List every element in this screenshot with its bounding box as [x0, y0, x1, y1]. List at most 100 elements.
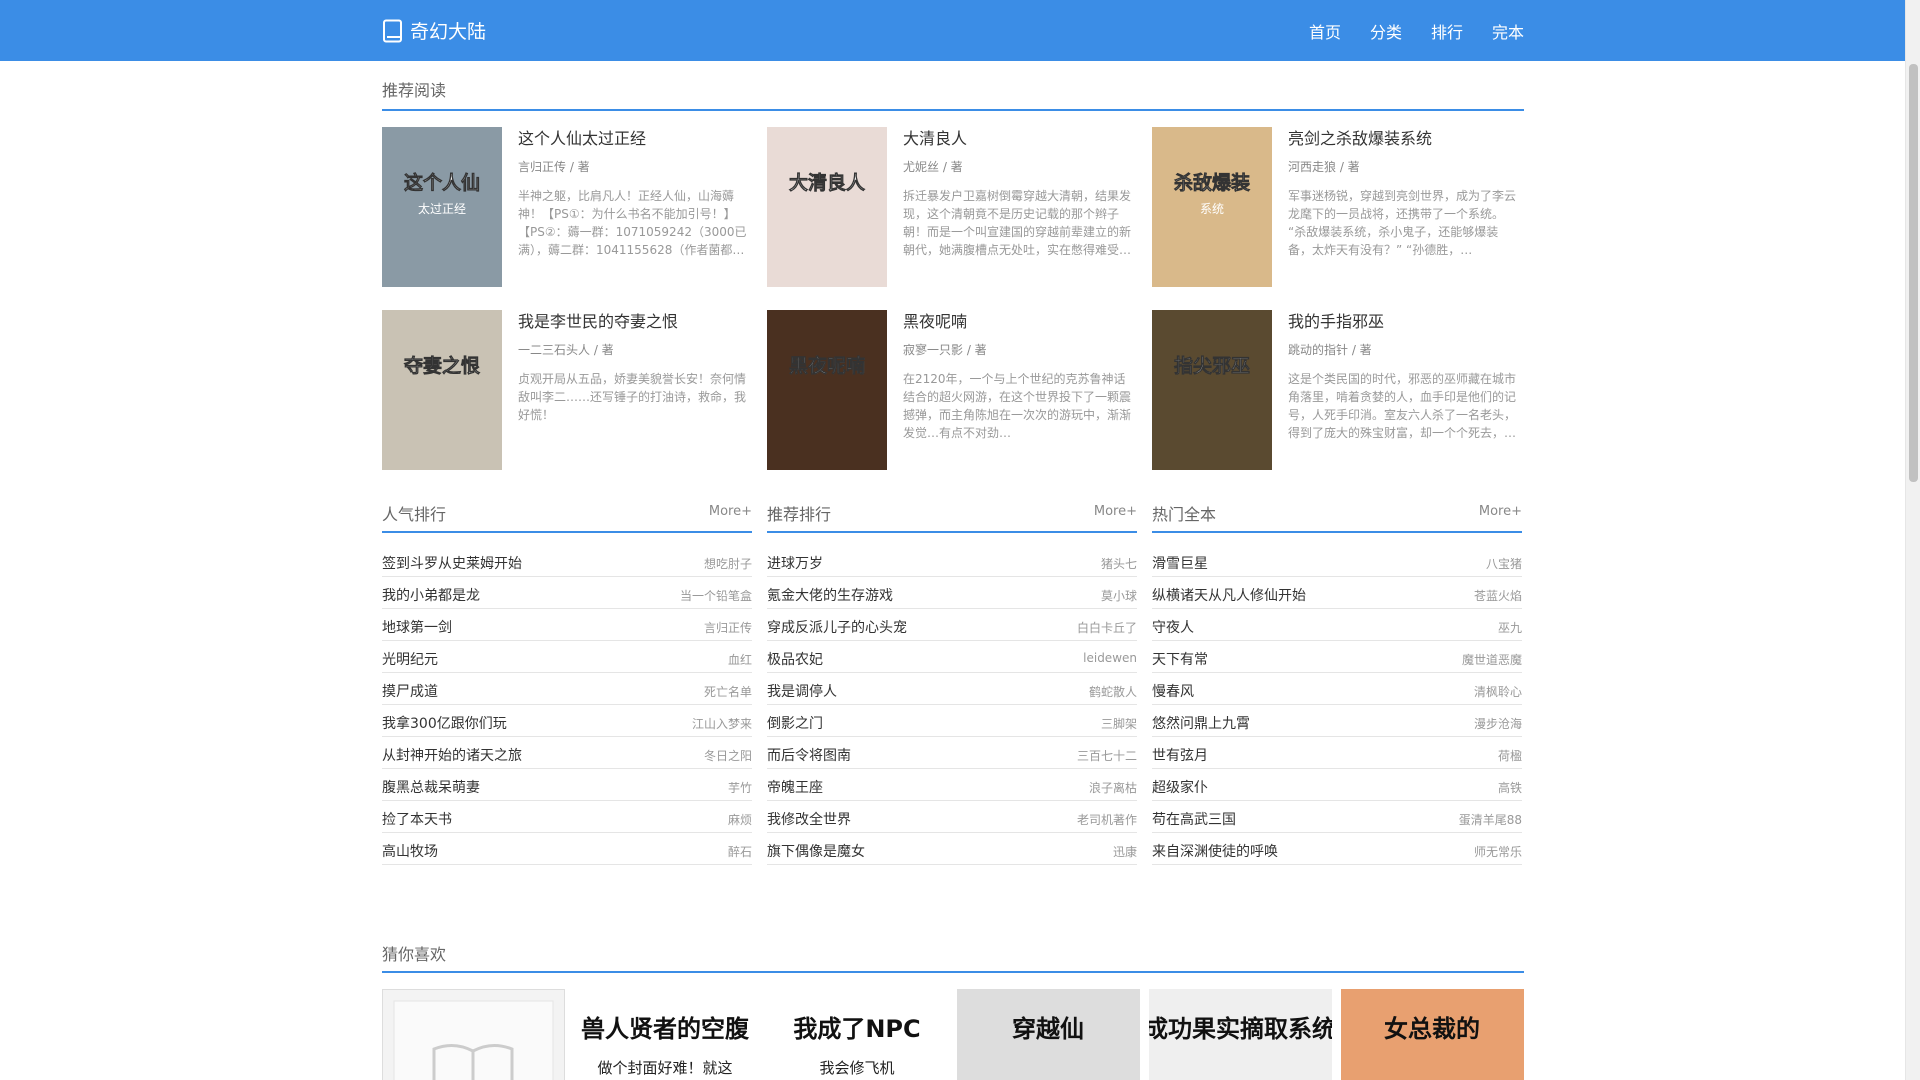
rank-item[interactable]: 进球万岁 猪头七 — [767, 545, 1137, 577]
rank-item[interactable]: 腹黑总裁呆萌妻 芋竹 — [382, 769, 752, 801]
rank-item[interactable]: 我修改全世界 老司机著作 — [767, 801, 1137, 833]
recommend-book[interactable]: 黑夜呢喃 黑夜呢喃 寂寥一只影 / 著在2120年，一个与上个世纪的克苏鲁神话结合的… — [767, 310, 1137, 470]
rank-book-author: 莫小球 — [1100, 589, 1137, 603]
rank-item[interactable]: 我的小弟都是龙 当一个铅笔盒 — [382, 577, 752, 609]
rank-book-name[interactable]: 纵横诸天从凡人修仙开始 — [1152, 585, 1306, 605]
book-title[interactable]: 这个人仙太过正经 — [518, 129, 752, 149]
rank-book-name[interactable]: 高山牧场 — [382, 841, 438, 861]
rank-item[interactable]: 倒影之门 三脚架 — [767, 705, 1137, 737]
book-title[interactable]: 黑夜呢喃 — [903, 312, 1137, 332]
rank-item[interactable]: 来自深渊使徒的呼唤 师无常乐 — [1152, 833, 1522, 865]
rank-book-name[interactable]: 苟在高武三国 — [1152, 809, 1236, 829]
rank-item[interactable]: 纵横诸天从凡人修仙开始 苍蓝火焰 — [1152, 577, 1522, 609]
book-title[interactable]: 我是李世民的夺妻之恨 — [518, 312, 752, 332]
rank-book-name[interactable]: 签到斗罗从史莱姆开始 — [382, 553, 522, 573]
rank-book-name[interactable]: 腹黑总裁呆萌妻 — [382, 777, 480, 797]
guess-cover-sub: 我会修飞机 — [819, 1059, 894, 1077]
rank-item[interactable]: 极品农妃 leidewen — [767, 641, 1137, 673]
rank-book-name[interactable]: 帝魄王座 — [767, 777, 823, 797]
rank-item[interactable]: 旗下偶像是魔女 迅康 — [767, 833, 1137, 865]
rank-book-name[interactable]: 捡了本天书 — [382, 809, 452, 829]
rank-book-name[interactable]: 极品农妃 — [767, 649, 823, 669]
rank-book-name[interactable]: 世有弦月 — [1152, 745, 1208, 765]
rank-book-name[interactable]: 地球第一剑 — [382, 617, 452, 637]
rank-book-name[interactable]: 旗下偶像是魔女 — [767, 841, 865, 861]
rank-item[interactable]: 摸尸成道 死亡名单 — [382, 673, 752, 705]
rank-item[interactable]: 地球第一剑 言归正传 — [382, 609, 752, 641]
rank-item[interactable]: 捡了本天书 麻烦 — [382, 801, 752, 833]
guess-book-cover[interactable]: 女总裁的 — [1341, 989, 1524, 1080]
recommend-book[interactable]: 夺妻之恨 我是李世民的夺妻之恨 一二三石头人 / 著贞观开局从五品，娇妻美貌誉长安！… — [382, 310, 752, 470]
rank-item[interactable]: 穿成反派儿子的心头宠 白白卡丘了 — [767, 609, 1137, 641]
rank-book-name[interactable]: 倒影之门 — [767, 713, 823, 733]
rank-book-name[interactable]: 慢春风 — [1152, 681, 1194, 701]
rank-item[interactable]: 光明纪元 血红 — [382, 641, 752, 673]
rank-book-name[interactable]: 光明纪元 — [382, 649, 438, 669]
guess-book-cover[interactable]: 成功果实摘取系统 — [1149, 989, 1333, 1080]
rank-book-name[interactable]: 来自深渊使徒的呼唤 — [1152, 841, 1278, 861]
book-title[interactable]: 大清良人 — [903, 129, 1137, 149]
more-link[interactable]: More+ — [1479, 504, 1522, 519]
book-cover[interactable]: 指尖邪巫 — [1152, 310, 1272, 470]
rank-item[interactable]: 天下有常 魔世道恶魔 — [1152, 641, 1522, 673]
guess-book-cover[interactable]: 兽人贤者的空腹 做个封面好难！就这 — [573, 989, 757, 1080]
book-cover[interactable]: 杀敌爆装 系统 — [1152, 127, 1272, 287]
rank-book-name[interactable]: 氪金大佬的生存游戏 — [767, 585, 893, 605]
rank-book-name[interactable]: 悠然问鼎上九霄 — [1152, 713, 1250, 733]
book-cover[interactable]: 这个人仙 太过正经 — [382, 127, 502, 287]
page-scrollbar[interactable] — [1905, 0, 1920, 1080]
recommend-book[interactable]: 大清良人 大清良人 尤妮丝 / 著拆迁暴发户卫嘉树倒霉穿越大清朝，结果发现，这个清朝… — [767, 127, 1137, 287]
nav-finished[interactable]: 完本 — [1492, 19, 1524, 43]
recommend-book[interactable]: 这个人仙 太过正经 这个人仙太过正经 言归正传 / 著半神之躯，比肩凡人！正经人仙，山… — [382, 127, 752, 287]
nav-home[interactable]: 首页 — [1309, 19, 1341, 43]
recommend-book[interactable]: 指尖邪巫 我的手指邪巫 跳动的指针 / 著这是个类民国的时代，邪恶的巫师藏在城市角落… — [1152, 310, 1522, 470]
rank-item[interactable]: 而后令将图南 三百七十二 — [767, 737, 1137, 769]
rank-item[interactable]: 守夜人 巫九 — [1152, 609, 1522, 641]
guess-book-cover[interactable]: 我成了NPC 我会修飞机 — [765, 989, 949, 1080]
rank-book-name[interactable]: 守夜人 — [1152, 617, 1194, 637]
rank-book-name[interactable]: 滑雪巨星 — [1152, 553, 1208, 573]
rank-book-name[interactable]: 穿成反派儿子的心头宠 — [767, 617, 907, 637]
rank-item[interactable]: 我拿300亿跟你们玩 江山入梦来 — [382, 705, 752, 737]
rank-item[interactable]: 签到斗罗从史莱姆开始 想吃肘子 — [382, 545, 752, 577]
nav-category[interactable]: 分类 — [1370, 19, 1402, 43]
rank-book-author: 冬日之阳 — [703, 749, 752, 763]
more-link[interactable]: More+ — [1094, 504, 1137, 519]
rank-item[interactable]: 帝魄王座 浪子离枯 — [767, 769, 1137, 801]
rank-item[interactable]: 慢春风 清枫聆心 — [1152, 673, 1522, 705]
rank-book-name[interactable]: 我是调停人 — [767, 681, 837, 701]
rank-book-name[interactable]: 天下有常 — [1152, 649, 1208, 669]
rank-book-name[interactable]: 进球万岁 — [767, 553, 823, 573]
rank-book-name[interactable]: 从封神开始的诸天之旅 — [382, 745, 522, 765]
more-link[interactable]: More+ — [709, 504, 752, 519]
rank-item[interactable]: 滑雪巨星 八宝猪 — [1152, 545, 1522, 577]
nav-rank[interactable]: 排行 — [1431, 19, 1463, 43]
rank-book-name[interactable]: 我拿300亿跟你们玩 — [382, 713, 507, 733]
rank-item[interactable]: 世有弦月 荷楹 — [1152, 737, 1522, 769]
guess-book-cover[interactable]: 穿越仙 — [957, 989, 1141, 1080]
site-logo[interactable]: 奇幻大陆 — [382, 17, 486, 44]
rank-item[interactable]: 我是调停人 鹤蛇散人 — [767, 673, 1137, 705]
rank-book-name[interactable]: 我的小弟都是龙 — [382, 585, 480, 605]
rank-item[interactable]: 高山牧场 醉石 — [382, 833, 752, 865]
book-cover[interactable]: 黑夜呢喃 — [767, 310, 887, 470]
rank-book-name[interactable]: 摸尸成道 — [382, 681, 438, 701]
rank-item[interactable]: 超级家仆 高铁 — [1152, 769, 1522, 801]
rank-book-name[interactable]: 我修改全世界 — [767, 809, 851, 829]
book-title[interactable]: 亮剑之杀敌爆装系统 — [1288, 129, 1522, 149]
rank-book-name[interactable]: 超级家仆 — [1152, 777, 1208, 797]
recommend-book[interactable]: 杀敌爆装 系统 亮剑之杀敌爆装系统 河西走狼 / 著军事迷杨锐，穿越到亮剑世界，成为了… — [1152, 127, 1522, 287]
scrollbar-thumb[interactable] — [1909, 64, 1918, 482]
rank-item[interactable]: 从封神开始的诸天之旅 冬日之阳 — [382, 737, 752, 769]
book-icon — [382, 19, 404, 43]
recommend-header: 推荐阅读 — [382, 61, 1524, 111]
placeholder-cover[interactable] — [382, 989, 565, 1080]
book-title[interactable]: 我的手指邪巫 — [1288, 312, 1522, 332]
main-nav: 首页 分类 排行 完本 — [1309, 19, 1524, 43]
rank-item[interactable]: 苟在高武三国 蛋清羊尾88 — [1152, 801, 1522, 833]
book-cover[interactable]: 夺妻之恨 — [382, 310, 502, 470]
rank-book-name[interactable]: 而后令将图南 — [767, 745, 851, 765]
rank-item[interactable]: 悠然问鼎上九霄 漫步沧海 — [1152, 705, 1522, 737]
rank-item[interactable]: 氪金大佬的生存游戏 莫小球 — [767, 577, 1137, 609]
book-cover[interactable]: 大清良人 — [767, 127, 887, 287]
